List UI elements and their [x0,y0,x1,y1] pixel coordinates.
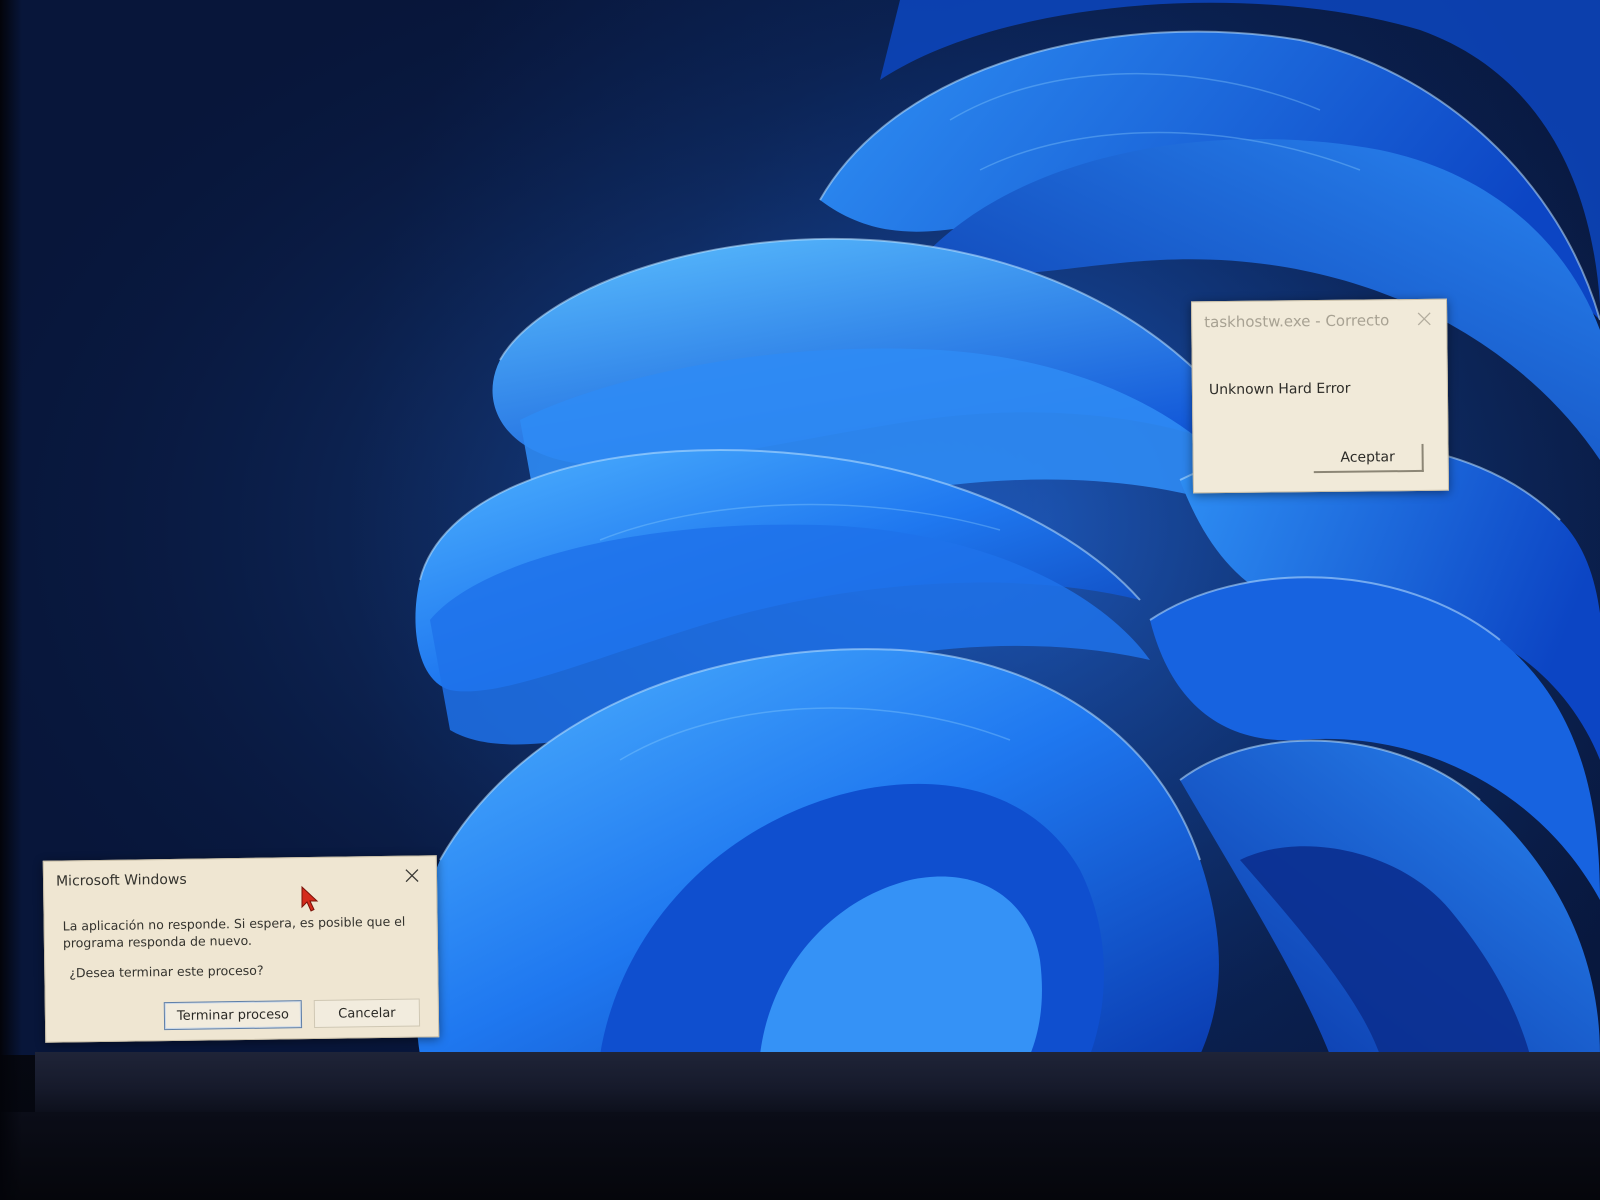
accept-button[interactable]: Aceptar [1313,443,1424,474]
close-icon [405,869,419,883]
monitor-bezel [0,1112,1600,1200]
not-responding-dialog-titlebar[interactable]: Microsoft Windows [44,856,436,899]
not-responding-message: La aplicación no responde. Si espera, es… [62,913,406,951]
not-responding-dialog-title: Microsoft Windows [55,871,187,890]
desktop: taskhostw.exe - Correcto Unknown Hard Er… [0,0,1600,1055]
not-responding-dialog-close-button[interactable] [398,862,426,888]
end-process-button[interactable]: Terminar proceso [163,1000,303,1031]
monitor-edge [0,0,22,1200]
mouse-pointer-icon [301,885,319,912]
close-icon [1417,312,1431,326]
taskbar-bezel [35,1052,1600,1112]
monitor-photo: taskhostw.exe - Correcto Unknown Hard Er… [0,0,1600,1200]
error-message: Unknown Hard Error [1208,380,1351,399]
error-dialog: taskhostw.exe - Correcto Unknown Hard Er… [1191,298,1449,494]
not-responding-dialog: Microsoft Windows La aplicación no respo… [42,855,440,1043]
error-dialog-close-button[interactable] [1410,306,1438,332]
cancel-button[interactable]: Cancelar [313,998,421,1028]
end-process-question: ¿Desea terminar este proceso? [69,962,264,981]
error-dialog-title: taskhostw.exe - Correcto [1204,311,1390,332]
error-dialog-titlebar[interactable]: taskhostw.exe - Correcto [1192,300,1446,341]
